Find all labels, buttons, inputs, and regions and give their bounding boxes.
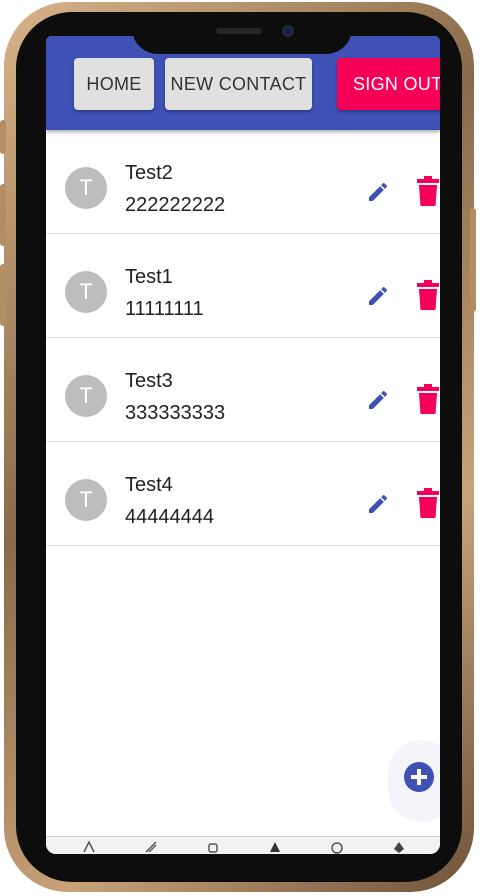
delete-button[interactable] <box>414 487 440 519</box>
contact-phone: 333333333 <box>125 402 226 424</box>
contact-phone: 222222222 <box>125 194 226 216</box>
nav-icon <box>394 842 404 853</box>
contact-row: T Test3 333333333 <box>46 338 440 442</box>
phone-volume-up-button <box>0 184 6 246</box>
trash-icon <box>417 488 439 518</box>
new-contact-button[interactable]: NEW CONTACT <box>165 58 312 110</box>
pencil-icon <box>369 390 388 409</box>
pencil-icon <box>369 286 388 305</box>
nav-icon <box>83 840 95 853</box>
trash-icon <box>417 176 439 206</box>
delete-button[interactable] <box>414 279 440 311</box>
delete-button[interactable] <box>414 175 440 207</box>
sign-out-button[interactable]: SIGN OUT <box>337 58 440 110</box>
nav-icon <box>331 842 343 854</box>
front-camera <box>282 25 294 37</box>
contact-phone: 44444444 <box>125 506 214 528</box>
avatar: T <box>65 375 107 417</box>
phone-screen: HOME NEW CONTACT SIGN OUT T Test2 222222… <box>46 36 440 854</box>
trash-icon <box>417 280 439 310</box>
contact-phone: 11111111 <box>125 298 204 320</box>
edit-button[interactable] <box>364 490 392 518</box>
edit-button[interactable] <box>364 282 392 310</box>
avatar: T <box>65 479 107 521</box>
contact-name: Test2 <box>125 162 173 184</box>
contact-row: T Test2 222222222 <box>46 130 440 234</box>
home-button[interactable]: HOME <box>74 58 154 110</box>
edit-button[interactable] <box>364 386 392 414</box>
contact-list: T Test2 222222222 T Test1 11111111 T Tes… <box>46 130 440 546</box>
speaker-grille <box>216 28 262 34</box>
phone-mute-switch <box>0 120 6 154</box>
phone-notch <box>132 14 352 54</box>
phone-power-button <box>470 208 476 312</box>
delete-button[interactable] <box>414 383 440 415</box>
nav-icon <box>270 842 280 852</box>
pencil-icon <box>369 494 388 513</box>
contact-name: Test1 <box>125 266 173 288</box>
avatar: T <box>65 271 107 313</box>
contact-row: T Test4 44444444 <box>46 442 440 546</box>
contact-name: Test3 <box>125 370 173 392</box>
avatar: T <box>65 167 107 209</box>
bottom-nav-strip <box>46 836 440 854</box>
contact-name: Test4 <box>125 474 173 496</box>
contact-row: T Test1 11111111 <box>46 234 440 338</box>
trash-icon <box>417 384 439 414</box>
edit-button[interactable] <box>364 178 392 206</box>
nav-icon <box>208 843 218 853</box>
pencil-icon <box>369 182 388 201</box>
add-contact-button[interactable] <box>404 762 434 792</box>
phone-volume-down-button <box>0 264 6 326</box>
plus-icon <box>411 769 427 785</box>
nav-icon <box>145 841 157 853</box>
